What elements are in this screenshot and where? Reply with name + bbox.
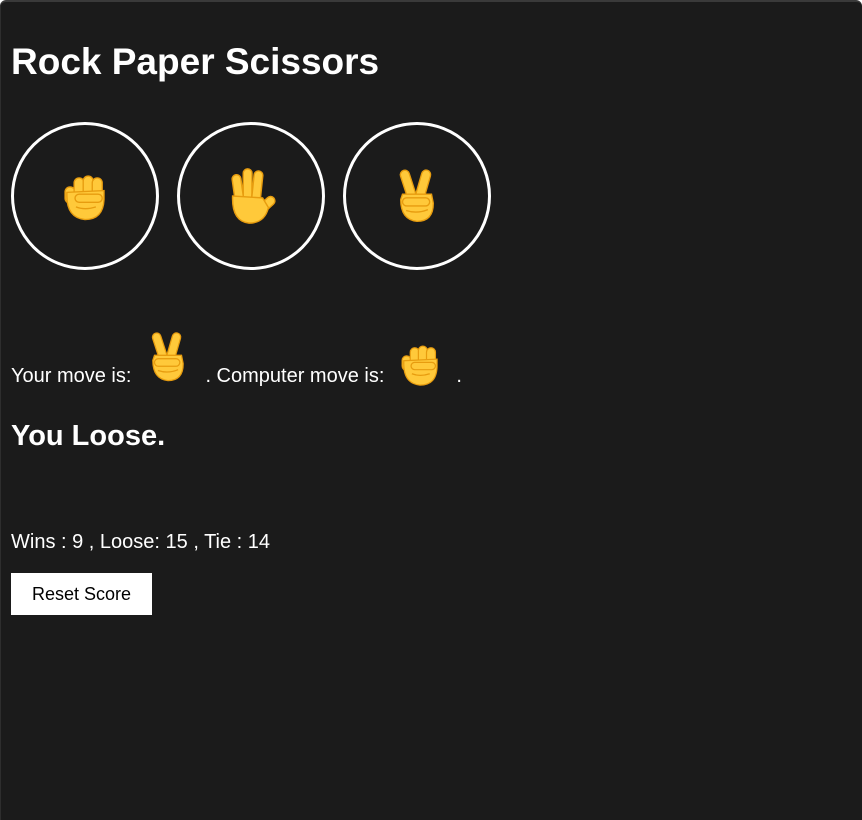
reset-score-button[interactable]: Reset Score <box>11 573 152 615</box>
outcome-text: You Loose. <box>11 420 166 452</box>
raised-fist-icon <box>56 167 114 225</box>
your-move-label: Your move is: <box>11 365 132 387</box>
your-move-victory-hand-icon <box>141 324 195 390</box>
computer-move-label: . Computer move is: <box>205 365 385 387</box>
paper-button[interactable] <box>177 122 325 270</box>
score-text: Wins : 9 , Loose: 15 , Tie : 14 <box>11 531 271 553</box>
scissors-button[interactable] <box>343 122 491 270</box>
move-buttons <box>11 122 491 270</box>
game-page: Rock Paper Scissors Your move is: . Comp… <box>0 0 862 820</box>
result-end-period: . <box>456 365 462 387</box>
rock-button[interactable] <box>11 122 159 270</box>
raised-hand-icon <box>220 165 282 227</box>
computer-move-raised-fist-icon <box>394 338 446 390</box>
page-title: Rock Paper Scissors <box>11 41 380 82</box>
victory-hand-icon <box>388 167 446 225</box>
move-result: Your move is: . Computer move is: . <box>11 320 462 390</box>
